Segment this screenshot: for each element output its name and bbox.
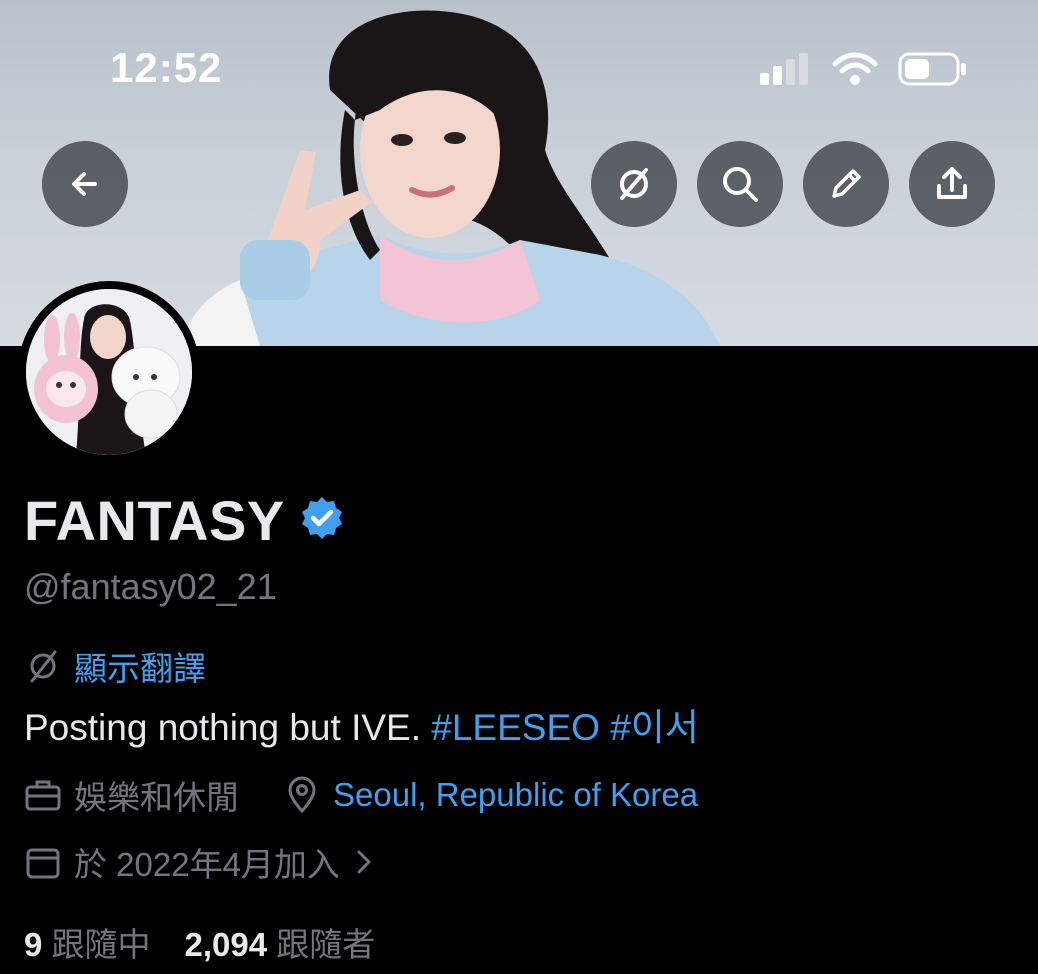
- search-button[interactable]: [697, 141, 783, 227]
- status-icons: [760, 52, 968, 91]
- back-button[interactable]: [42, 141, 128, 227]
- followers-stat[interactable]: 2,094 跟隨者: [185, 918, 376, 966]
- avatar-photo: [26, 289, 192, 455]
- follow-stats: 9 跟隨中 2,094 跟隨者: [24, 918, 375, 966]
- edit-button[interactable]: [803, 141, 889, 227]
- following-count: 9: [24, 926, 43, 963]
- status-time: 12:52: [110, 44, 223, 91]
- bio-text: Posting nothing but IVE.: [24, 707, 432, 748]
- translate-off-button[interactable]: [591, 141, 677, 227]
- location-pin-icon: [288, 776, 316, 814]
- cellular-signal-icon: [760, 53, 812, 90]
- battery-icon: [898, 52, 968, 91]
- chevron-right-icon: [357, 850, 371, 874]
- briefcase-icon: [25, 780, 61, 811]
- translate-bio-link[interactable]: 顯示翻譯: [24, 642, 206, 690]
- share-icon: [937, 167, 967, 199]
- share-button[interactable]: [909, 141, 995, 227]
- joined-date-row[interactable]: 於 2022年4月加入: [24, 838, 376, 886]
- hashtag-leeseo-korean[interactable]: #이서: [610, 707, 699, 748]
- back-arrow-icon: [72, 172, 97, 196]
- translate-label: 顯示翻譯: [74, 650, 206, 687]
- profile-avatar[interactable]: [18, 281, 200, 463]
- following-stat[interactable]: 9 跟隨中: [24, 918, 151, 966]
- translate-off-icon: [620, 168, 648, 200]
- hashtag-leeseo[interactable]: #LEESEO: [431, 707, 600, 748]
- pencil-icon: [832, 169, 861, 198]
- calendar-icon: [26, 848, 60, 879]
- followers-count: 2,094: [184, 926, 268, 963]
- joined-date: 於 2022年4月加入: [74, 846, 340, 883]
- user-handle: @fantasy02_21: [24, 566, 277, 607]
- search-icon: [723, 167, 758, 202]
- profile-category: 娛樂和休閒: [74, 779, 239, 816]
- display-name: FANTASY: [24, 489, 285, 552]
- followers-label: 跟隨者: [276, 926, 376, 963]
- wifi-icon: [832, 52, 878, 91]
- verified-badge-icon[interactable]: [299, 495, 345, 546]
- display-name-row: FANTASY: [24, 488, 345, 553]
- following-label: 跟隨中: [51, 926, 151, 963]
- translate-off-icon: [30, 650, 57, 683]
- bio: Posting nothing but IVE. #LEESEO #이서: [24, 697, 699, 751]
- profile-meta-row: 娛樂和休閒 Seoul, Republic of Korea: [24, 771, 698, 819]
- profile-location[interactable]: Seoul, Republic of Korea: [333, 776, 698, 814]
